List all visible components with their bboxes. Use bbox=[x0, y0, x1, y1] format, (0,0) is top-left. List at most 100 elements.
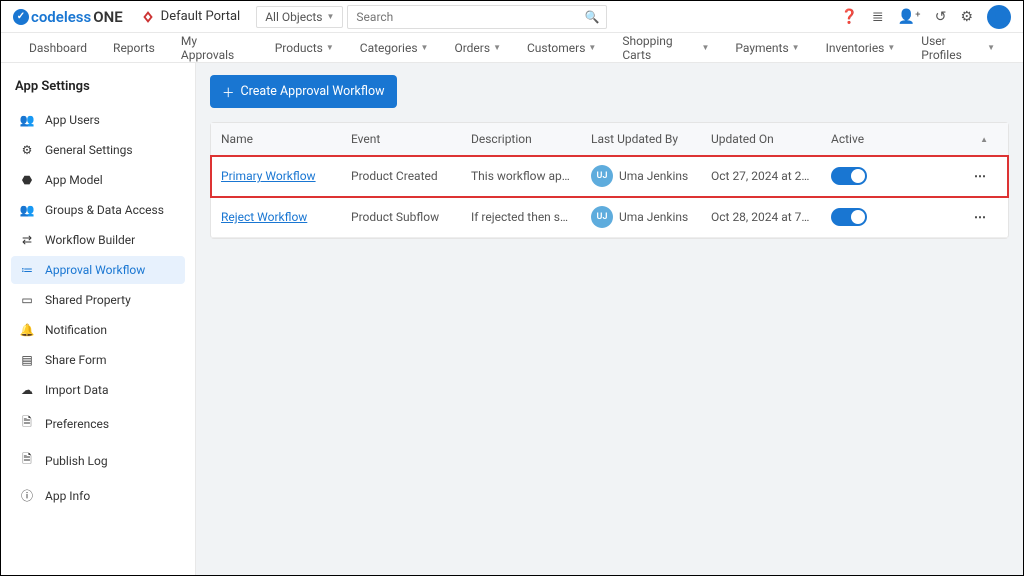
sidebar-title: App Settings bbox=[15, 79, 181, 94]
workflow-name-link[interactable]: Primary Workflow bbox=[221, 169, 316, 183]
sidebar-icon: 🗎 bbox=[19, 450, 35, 471]
sidebar-icon: 👥 bbox=[19, 113, 35, 127]
sidebar-item-label: Approval Workflow bbox=[45, 263, 145, 277]
main: App Settings 👥 App Users ⚙ General Settings… bbox=[1, 63, 1023, 575]
sidebar-item-publish-log[interactable]: 🗎 Publish Log bbox=[11, 443, 185, 478]
sidebar-icon: ▭ bbox=[19, 293, 35, 307]
th-event[interactable]: Event bbox=[341, 123, 461, 155]
nav-customers[interactable]: Customers▼ bbox=[527, 41, 596, 55]
sidebar-item-label: General Settings bbox=[45, 143, 133, 157]
user-avatar[interactable]: 👤 bbox=[987, 5, 1011, 29]
sort-icon[interactable]: ▲ bbox=[980, 135, 998, 144]
cell-date: Oct 28, 2024 at 7:5… bbox=[701, 201, 821, 233]
plus-icon: ＋ bbox=[222, 82, 235, 101]
portal-name: Default Portal bbox=[161, 9, 241, 24]
database-icon[interactable]: ≣ bbox=[872, 9, 884, 25]
table-row[interactable]: Reject Workflow Product SubflowIf rejecte… bbox=[211, 197, 1008, 238]
topbar: ✓ codelessONE Default Portal All Objects… bbox=[1, 1, 1023, 33]
nav-categories[interactable]: Categories▼ bbox=[360, 41, 429, 55]
th-name[interactable]: Name bbox=[211, 123, 341, 155]
sidebar-item-general-settings[interactable]: ⚙ General Settings bbox=[11, 136, 185, 164]
nav-my-approvals[interactable]: My Approvals bbox=[181, 34, 249, 62]
th-actions: ▲ bbox=[951, 123, 1008, 155]
sidebar-icon: 👥 bbox=[19, 203, 35, 217]
user-avatar-icon: UJ bbox=[591, 206, 613, 228]
sidebar-item-notification[interactable]: 🔔Notification bbox=[11, 316, 185, 344]
search-box: 🔍 bbox=[347, 5, 607, 29]
portal-selector[interactable]: Default Portal bbox=[141, 9, 241, 24]
content: ＋ Create Approval Workflow Name Event De… bbox=[196, 63, 1023, 575]
sidebar-item-label: App Info bbox=[45, 489, 90, 503]
sidebar-item-app-model[interactable]: ⬣ App Model bbox=[11, 166, 185, 194]
sidebar-item-label: Preferences bbox=[45, 417, 109, 431]
caret-down-icon: ▼ bbox=[327, 12, 335, 21]
sidebar-item-label: Publish Log bbox=[45, 454, 108, 468]
sidebar-item-share-form[interactable]: ▤Share Form bbox=[11, 346, 185, 374]
workflow-name-link[interactable]: Reject Workflow bbox=[221, 210, 307, 224]
caret-down-icon: ▼ bbox=[987, 43, 995, 52]
table-row[interactable]: Primary WorkflowProduct CreatedThis work… bbox=[211, 156, 1008, 197]
sidebar-item-app-info[interactable]: ⓘApp Info bbox=[11, 480, 185, 511]
create-btn-label: Create Approval Workflow bbox=[241, 84, 385, 99]
nav-payments[interactable]: Payments▼ bbox=[735, 41, 799, 55]
sidebar-icon: ⇄ bbox=[19, 233, 35, 247]
object-selector[interactable]: All Objects ▼ bbox=[256, 6, 343, 28]
sidebar-item-groups---data-access[interactable]: 👥 Groups & Data Access bbox=[11, 196, 185, 224]
sidebar-item-shared-property[interactable]: ▭ Shared Property bbox=[11, 286, 185, 314]
caret-down-icon: ▼ bbox=[887, 43, 895, 52]
sidebar-item-label: App Model bbox=[45, 173, 103, 187]
sidebar-item-workflow-builder[interactable]: ⇄Workflow Builder bbox=[11, 226, 185, 254]
sidebar-item-label: Shared Property bbox=[45, 293, 131, 307]
user-add-icon[interactable]: 👤⁺ bbox=[898, 9, 921, 25]
nav-products[interactable]: Products▼ bbox=[275, 41, 334, 55]
sidebar-item-label: Groups & Data Access bbox=[45, 203, 164, 217]
portal-icon bbox=[141, 10, 155, 24]
create-approval-workflow-button[interactable]: ＋ Create Approval Workflow bbox=[210, 75, 397, 108]
sidebar-item-label: App Users bbox=[45, 113, 100, 127]
th-user[interactable]: Last Updated By bbox=[581, 123, 701, 155]
sidebar-item-label: Share Form bbox=[45, 353, 107, 367]
nav-reports[interactable]: Reports bbox=[113, 41, 155, 55]
search-input[interactable] bbox=[347, 5, 607, 29]
caret-down-icon: ▼ bbox=[701, 43, 709, 52]
nav-orders[interactable]: Orders▼ bbox=[454, 41, 501, 55]
nav-dashboard[interactable]: Dashboard bbox=[29, 41, 87, 55]
cell-event: Product Subflow bbox=[341, 201, 461, 233]
nav-shopping-carts[interactable]: Shopping Carts▼ bbox=[622, 34, 709, 62]
sidebar-icon: ≔ bbox=[19, 263, 35, 277]
cell-desc: If rejected then sen… bbox=[461, 201, 581, 233]
sidebar: App Settings 👥 App Users ⚙ General Settings… bbox=[1, 63, 196, 575]
app-logo[interactable]: ✓ codelessONE bbox=[13, 8, 123, 26]
top-icons: ❓ ≣ 👤⁺ ↺ ⚙ 👤 bbox=[840, 5, 1011, 29]
sidebar-item-approval-workflow[interactable]: ≔ Approval Workflow bbox=[11, 256, 185, 284]
caret-down-icon: ▼ bbox=[326, 43, 334, 52]
caret-down-icon: ▼ bbox=[421, 43, 429, 52]
settings-icon[interactable]: ⚙ bbox=[960, 9, 973, 25]
th-desc[interactable]: Description bbox=[461, 123, 581, 155]
active-toggle[interactable] bbox=[831, 167, 867, 185]
sidebar-item-label: Notification bbox=[45, 323, 107, 337]
sidebar-icon: 🗎 bbox=[19, 413, 35, 434]
row-actions-menu[interactable]: ⋯ bbox=[974, 169, 998, 183]
help-icon[interactable]: ❓ bbox=[840, 9, 857, 25]
nav-user-profiles[interactable]: User Profiles▼ bbox=[921, 34, 995, 62]
sidebar-icon: ⚙ bbox=[19, 143, 35, 157]
sidebar-item-app-users[interactable]: 👥 App Users bbox=[11, 106, 185, 134]
active-toggle[interactable] bbox=[831, 208, 867, 226]
sidebar-icon: ⬣ bbox=[19, 173, 35, 187]
row-actions-menu[interactable]: ⋯ bbox=[974, 210, 998, 224]
cell-event: Product Created bbox=[341, 160, 461, 192]
logo-text-1: codeless bbox=[31, 8, 91, 26]
cell-date: Oct 27, 2024 at 2:0… bbox=[701, 160, 821, 192]
sidebar-item-preferences[interactable]: 🗎 Preferences bbox=[11, 406, 185, 441]
object-selector-label: All Objects bbox=[265, 10, 322, 24]
th-active[interactable]: Active bbox=[821, 123, 951, 155]
user-name: Uma Jenkins bbox=[619, 210, 688, 224]
user-avatar-icon: UJ bbox=[591, 165, 613, 187]
caret-down-icon: ▼ bbox=[792, 43, 800, 52]
table-header: Name Event Description Last Updated By U… bbox=[211, 123, 1008, 156]
sidebar-item-import-data[interactable]: ☁Import Data bbox=[11, 376, 185, 404]
nav-inventories[interactable]: Inventories▼ bbox=[826, 41, 896, 55]
th-date[interactable]: Updated On bbox=[701, 123, 821, 155]
history-icon[interactable]: ↺ bbox=[935, 9, 947, 25]
